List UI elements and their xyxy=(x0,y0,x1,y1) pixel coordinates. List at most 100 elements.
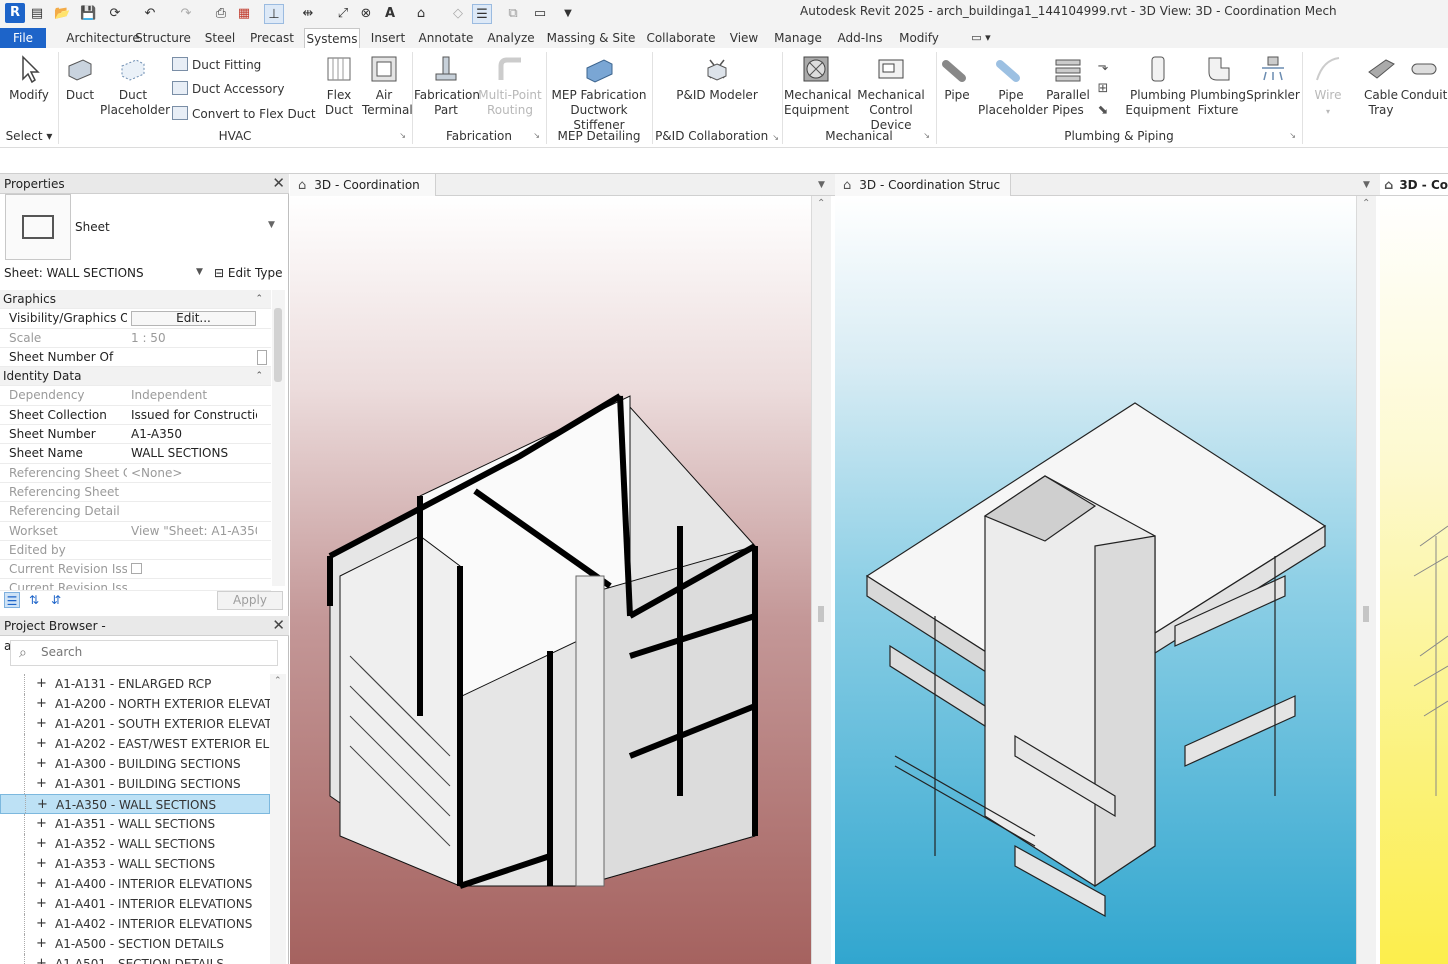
tab-precast[interactable]: Precast xyxy=(248,28,296,48)
sheet-tree-item[interactable]: + A1-A202 - EAST/WEST EXTERIOR ELEVATIONS xyxy=(0,734,270,754)
tab-annotate[interactable]: Annotate xyxy=(416,28,476,48)
expand-icon[interactable]: + xyxy=(36,914,47,934)
sheet-tree-item[interactable]: + A1-A131 - ENLARGED RCP xyxy=(0,674,270,694)
print-icon[interactable]: ⎙ xyxy=(212,4,230,24)
collapse-icon[interactable]: ⌃ xyxy=(255,367,263,386)
scroll-up-icon[interactable]: ⌃ xyxy=(817,198,825,209)
sheet-icon[interactable]: ▦ xyxy=(236,4,252,24)
section-icon[interactable]: ◇ xyxy=(450,4,466,24)
expand-icon[interactable]: + xyxy=(36,854,47,874)
sort-icon[interactable]: ☰ xyxy=(4,592,20,608)
thin-lines-icon[interactable]: ☰ xyxy=(472,4,492,24)
revit-logo-icon[interactable]: R xyxy=(5,3,25,23)
viewport1-scrollbar[interactable]: ⌃ xyxy=(811,196,831,964)
expand-icon[interactable]: + xyxy=(37,795,48,813)
sheet-tree-item[interactable]: + A1-A401 - INTERIOR ELEVATIONS xyxy=(0,894,270,914)
instance-selector[interactable]: Sheet: WALL SECTIONS xyxy=(4,266,209,280)
tab-insert[interactable]: Insert xyxy=(368,28,408,48)
sheet-tree-item[interactable]: + A1-A353 - WALL SECTIONS xyxy=(0,854,270,874)
scroll-up-icon[interactable]: ⌃ xyxy=(274,676,282,686)
sheet-tree-item[interactable]: + A1-A352 - WALL SECTIONS xyxy=(0,834,270,854)
sheet-tree-item[interactable]: + A1-A501 - SECTION DETAILS xyxy=(0,954,270,964)
viewport2-scrollbar[interactable]: ⌃ xyxy=(1356,196,1376,964)
expand-icon[interactable]: + xyxy=(36,774,47,794)
expand-icon[interactable]: + xyxy=(36,834,47,854)
ribbon-toggle-icon[interactable]: ▭ ▾ xyxy=(964,28,998,48)
duct-accessory-button[interactable]: Duct Accessory xyxy=(172,80,284,98)
close-icon[interactable]: ✕ xyxy=(272,174,285,192)
tab-modify[interactable]: Modify xyxy=(894,28,944,48)
sheet-tree-item[interactable]: + A1-A200 - NORTH EXTERIOR ELEVATION xyxy=(0,694,270,714)
customize-qat-icon[interactable]: ▼ xyxy=(562,4,574,24)
expand-icon[interactable]: + xyxy=(36,894,47,914)
scroll-up-icon[interactable]: ⌃ xyxy=(1362,198,1370,209)
expand-icon[interactable]: + xyxy=(36,954,47,964)
edit-type-button[interactable]: ⊟ Edit Type xyxy=(214,266,283,280)
tab-collaborate[interactable]: Collaborate xyxy=(644,28,718,48)
sync-icon[interactable]: ⟳ xyxy=(104,4,126,24)
flex-duct-button[interactable]: Flex Duct xyxy=(318,54,360,118)
tab-structure[interactable]: Structure xyxy=(134,28,192,48)
select-dropdown[interactable]: Select ▾ xyxy=(4,128,54,144)
pid-modeler-button[interactable]: P&ID Modeler xyxy=(660,54,774,103)
default-3d-icon[interactable]: ⌂ xyxy=(412,4,430,24)
duct-fitting-button[interactable]: Duct Fitting xyxy=(172,56,261,74)
home-icon[interactable]: ▤ xyxy=(30,4,44,24)
measure-icon[interactable]: ⊥ xyxy=(264,4,284,24)
sheet-tree-item[interactable]: + A1-A500 - SECTION DETAILS xyxy=(0,934,270,954)
edit-button[interactable]: Edit... xyxy=(131,311,256,327)
expand-icon[interactable]: + xyxy=(36,694,47,714)
tab-massing-site[interactable]: Massing & Site xyxy=(546,28,636,48)
modify-button[interactable]: Modify xyxy=(6,54,52,103)
save-icon[interactable]: 💾 xyxy=(80,4,96,24)
multi-point-routing-button[interactable]: Multi-Point Routing xyxy=(478,54,542,118)
sheet-tree-item[interactable]: + A1-A201 - SOUTH EXTERIOR ELEVATION xyxy=(0,714,270,734)
tab-manage[interactable]: Manage xyxy=(770,28,826,48)
chevron-down-icon[interactable]: ▼ xyxy=(196,267,203,277)
type-selector[interactable]: Sheet xyxy=(75,220,110,234)
search-box[interactable]: ⌕ xyxy=(10,640,278,666)
sheet-tree-item[interactable]: + A1-A301 - BUILDING SECTIONS xyxy=(0,774,270,794)
wire-button[interactable]: Wire ▾ xyxy=(1306,54,1350,119)
properties-scroll-thumb[interactable] xyxy=(274,308,282,382)
dimension-icon[interactable]: ⇹ xyxy=(298,4,318,24)
duct-button[interactable]: Duct xyxy=(60,54,100,103)
group-graphics[interactable]: Graphics ⌃ xyxy=(0,290,271,310)
plumbing-fixture-button[interactable]: Plumbing Fixture xyxy=(1190,54,1246,118)
viewport-coordination-struc[interactable] xyxy=(835,196,1358,964)
plumbing-equipment-button[interactable]: Plumbing Equipment xyxy=(1124,54,1192,118)
tab-analyze[interactable]: Analyze xyxy=(484,28,538,48)
revision-issued-checkbox[interactable] xyxy=(131,563,142,575)
close-hidden-icon[interactable]: ⧉ xyxy=(504,4,522,24)
expand-icon[interactable]: + xyxy=(36,734,47,754)
mep-fabrication-stiffener-button[interactable]: MEP Fabrication Ductwork Stiffener xyxy=(548,54,650,133)
tab-file[interactable]: File xyxy=(0,28,46,48)
tab-systems[interactable]: Systems xyxy=(304,28,360,48)
sheet-tree-item[interactable]: + A1-A400 - INTERIOR ELEVATIONS xyxy=(0,874,270,894)
chevron-down-icon[interactable]: ▼ xyxy=(268,220,275,230)
cable-tray-button[interactable]: Cable Tray xyxy=(1358,54,1404,118)
expand-icon[interactable]: + xyxy=(36,874,47,894)
convert-flex-duct-button[interactable]: Convert to Flex Duct xyxy=(172,105,316,123)
tab-view[interactable]: View xyxy=(726,28,762,48)
undo-icon[interactable]: ↶ xyxy=(140,4,160,24)
sprinkler-button[interactable]: Sprinkler xyxy=(1246,54,1300,103)
sheet-tree-item[interactable]: + A1-A402 - INTERIOR ELEVATIONS xyxy=(0,914,270,934)
viewport-coordination-mech[interactable] xyxy=(290,196,813,964)
sheet-tree-item[interactable]: + A1-A350 - WALL SECTIONS xyxy=(0,794,270,814)
group-identity-data[interactable]: Identity Data ⌃ xyxy=(0,367,271,387)
viewport-3d-co[interactable] xyxy=(1380,196,1448,964)
close-icon[interactable]: ✕ xyxy=(272,616,285,634)
open-icon[interactable]: 📂 xyxy=(54,4,70,24)
find-icon[interactable]: ⊗ xyxy=(358,4,374,24)
apply-button[interactable]: Apply xyxy=(217,591,283,610)
view-tab-3d-co[interactable]: ⌂ 3D - Co xyxy=(1380,174,1448,196)
sheet-tree-item[interactable]: + A1-A300 - BUILDING SECTIONS xyxy=(0,754,270,774)
tab-add-ins[interactable]: Add-Ins xyxy=(834,28,886,48)
view-tab-coordination[interactable]: ⌂ 3D - Coordination ▼ xyxy=(290,174,835,196)
fabrication-part-button[interactable]: Fabrication Part xyxy=(414,54,480,118)
expand-icon[interactable]: + xyxy=(36,814,47,834)
search-input[interactable] xyxy=(41,645,261,659)
expand-icon[interactable]: + xyxy=(36,934,47,954)
parallel-pipes-button[interactable]: Parallel Pipes xyxy=(1046,54,1090,118)
